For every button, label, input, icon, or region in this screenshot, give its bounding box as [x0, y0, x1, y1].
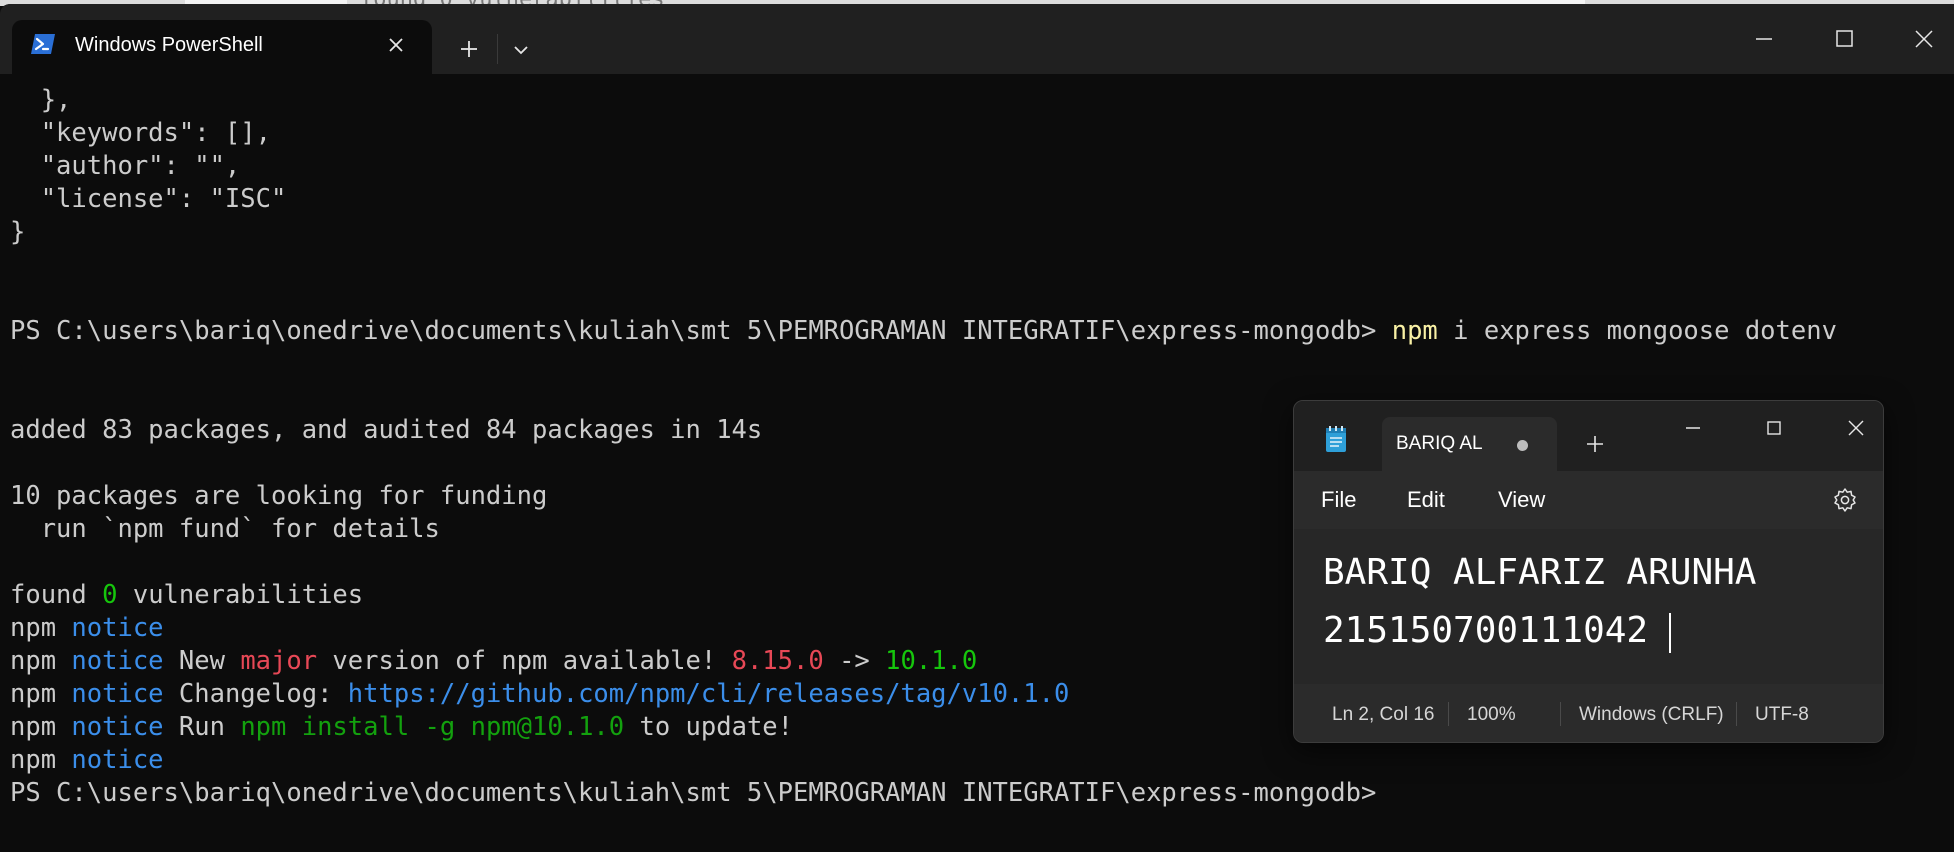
- notepad-new-tab-plus-icon[interactable]: [1582, 431, 1608, 457]
- terminal-text-segment: 10 packages are looking for funding: [10, 481, 548, 511]
- terminal-text-segment: notice: [71, 613, 164, 643]
- tab-windows-powershell[interactable]: Windows PowerShell: [12, 20, 432, 74]
- terminal-line: PS C:\users\bariq\onedrive\documents\kul…: [10, 777, 1940, 810]
- terminal-text-segment: "author": "",: [10, 151, 241, 181]
- notepad-close-icon[interactable]: [1842, 414, 1870, 442]
- terminal-text-segment: to update!: [624, 712, 794, 742]
- notepad-tab[interactable]: BARIQ AL: [1382, 417, 1557, 471]
- close-window-icon[interactable]: [1904, 22, 1944, 56]
- close-tab-icon[interactable]: [384, 33, 408, 57]
- terminal-line: "keywords": [],: [10, 117, 1940, 150]
- notepad-maximize-icon[interactable]: [1760, 414, 1788, 442]
- minimize-icon[interactable]: [1744, 22, 1784, 56]
- terminal-text-segment: run `npm fund` for details: [10, 514, 440, 544]
- terminal-text-segment: npm: [10, 679, 72, 709]
- terminal-text-segment: npm: [10, 613, 72, 643]
- status-encoding: UTF-8: [1755, 704, 1809, 725]
- tab-title: Windows PowerShell: [75, 34, 263, 56]
- status-zoom[interactable]: 100%: [1467, 704, 1516, 726]
- terminal-text-segment: found: [10, 580, 103, 610]
- powershell-icon: [30, 33, 56, 55]
- terminal-text-segment: Changelog:: [163, 679, 348, 709]
- unsaved-dot-icon[interactable]: [1517, 440, 1528, 451]
- new-tab-plus-icon[interactable]: [452, 32, 486, 66]
- text-caret: [1669, 613, 1671, 653]
- chevron-down-icon[interactable]: [505, 34, 537, 66]
- terminal-text-segment: ->: [823, 646, 886, 676]
- status-separator: [1560, 702, 1561, 726]
- menu-file[interactable]: File: [1321, 487, 1356, 513]
- menu-view[interactable]: View: [1498, 487, 1545, 513]
- terminal-text-segment: notice: [71, 712, 164, 742]
- notepad-titlebar[interactable]: BARIQ AL: [1294, 401, 1883, 471]
- terminal-text-segment: npm: [10, 646, 72, 676]
- terminal-text-segment: "license": "ISC": [10, 184, 287, 214]
- notepad-minimize-icon[interactable]: [1679, 414, 1707, 442]
- maximize-icon[interactable]: [1824, 22, 1864, 56]
- terminal-line: "license": "ISC": [10, 183, 1940, 216]
- terminal-text-segment: PS C:\users\bariq\onedrive\documents\kul…: [10, 316, 1392, 346]
- terminal-text-segment: },: [10, 85, 72, 115]
- terminal-line: }: [10, 216, 1940, 249]
- status-position: Ln 2, Col 16: [1332, 704, 1435, 725]
- status-separator: [1448, 702, 1449, 726]
- terminal-text-segment: 8.15.0: [731, 646, 824, 676]
- terminal-text-segment: }: [10, 217, 26, 247]
- terminal-text-segment: npm: [10, 745, 72, 775]
- terminal-text-segment: notice: [71, 745, 164, 775]
- terminal-text-segment: notice: [71, 679, 164, 709]
- terminal-text-segment: vulnerabilities: [117, 580, 364, 610]
- notepad-window: BARIQ AL File Edit View BARIQ ALFARIZ AR…: [1293, 400, 1884, 743]
- terminal-text-segment: https://github.com/npm/cli/releases/tag/…: [347, 679, 1070, 709]
- status-separator: [1736, 702, 1737, 726]
- terminal-text-segment: npm install -g npm@10.1.0: [240, 712, 625, 742]
- terminal-text-segment: Run: [163, 712, 241, 742]
- terminal-text-segment: npm: [10, 712, 72, 742]
- terminal-text-segment: major: [240, 646, 318, 676]
- terminal-line: PS C:\users\bariq\onedrive\documents\kul…: [10, 315, 1940, 348]
- editor-line-1: BARIQ ALFARIZ ARUNHA: [1323, 552, 1757, 593]
- settings-gear-icon[interactable]: [1831, 486, 1859, 514]
- terminal-text-segment: npm: [1391, 316, 1438, 346]
- terminal-text-segment: "keywords": [],: [10, 118, 271, 148]
- terminal-text-segment: 0: [102, 580, 118, 610]
- terminal-text-segment: added 83 packages, and audited 84 packag…: [10, 415, 763, 445]
- terminal-line: "author": "",: [10, 150, 1940, 183]
- terminal-text-segment: 10.1.0: [885, 646, 978, 676]
- terminal-titlebar[interactable]: Windows PowerShell: [0, 4, 1954, 74]
- terminal-text-segment: New: [163, 646, 241, 676]
- terminal-text-segment: version of npm available!: [317, 646, 732, 676]
- terminal-line: },: [10, 84, 1940, 117]
- notepad-text-area[interactable]: BARIQ ALFARIZ ARUNHA 215150700111042: [1294, 529, 1883, 684]
- terminal-text-segment: notice: [71, 646, 164, 676]
- notepad-status-bar: Ln 2, Col 16 100% Windows (CRLF) UTF-8: [1294, 684, 1883, 742]
- tab-separator: [497, 34, 498, 64]
- terminal-text-segment: i express mongoose dotenv: [1437, 316, 1837, 346]
- terminal-text-segment: PS C:\users\bariq\onedrive\documents\kul…: [10, 778, 1377, 808]
- editor-line-2: 215150700111042: [1323, 610, 1649, 651]
- notepad-menubar: File Edit View: [1294, 471, 1883, 529]
- terminal-line: npm notice: [10, 744, 1940, 777]
- menu-edit[interactable]: Edit: [1407, 487, 1445, 513]
- status-line-ending: Windows (CRLF): [1579, 704, 1724, 725]
- notepad-tab-title: BARIQ AL: [1396, 433, 1483, 454]
- notepad-icon: [1324, 425, 1348, 453]
